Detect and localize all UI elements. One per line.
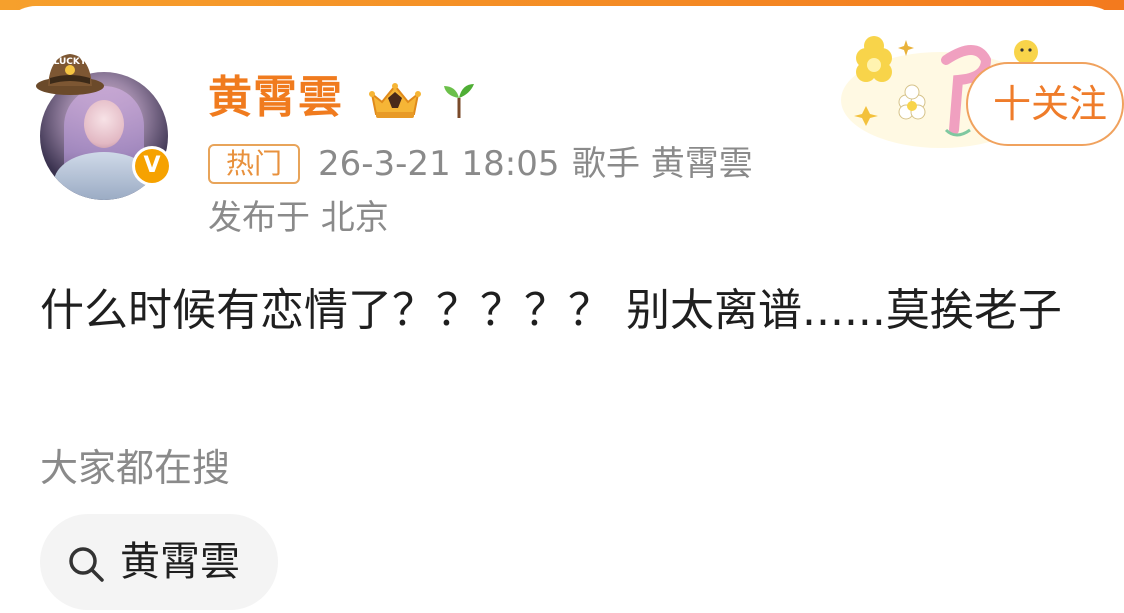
search-chip-label: 黄霄雲	[120, 539, 240, 585]
post-time: 26-3-21 18:05	[318, 144, 560, 184]
search-chip[interactable]: 黄霄雲	[40, 514, 278, 610]
smiley-icon	[1014, 40, 1038, 64]
verified-badge: V	[132, 146, 172, 186]
weibo-post-page: LUCKY V 黄霄雲 热门 26-3-21 18:05 歌手 黄霄雲 发布于 …	[0, 0, 1124, 613]
avatar-hat-text: LUCKY	[54, 57, 87, 67]
hot-tag: 热门	[208, 144, 300, 184]
search-section-heading: 大家都在搜	[40, 446, 231, 490]
lucky-hat-icon: LUCKY	[36, 54, 104, 95]
follow-button[interactable]: 十关注	[966, 62, 1124, 146]
crown-icon[interactable]	[366, 78, 424, 122]
sparkle-icon-2	[898, 40, 914, 56]
flower-icon	[856, 36, 892, 82]
avatar-face	[84, 100, 124, 148]
post-content: 什么时候有恋情了？？？？？ 别太离谱......莫挨老子	[40, 285, 1062, 336]
author-description: 歌手 黄霄雲	[572, 144, 753, 184]
sprout-icon[interactable]	[438, 78, 480, 120]
post-card: LUCKY V 黄霄雲 热门 26-3-21 18:05 歌手 黄霄雲 发布于 …	[0, 6, 1124, 613]
search-icon	[69, 547, 104, 582]
post-location: 发布于 北京	[208, 198, 389, 238]
verified-mark: V	[135, 149, 169, 183]
author-name[interactable]: 黄霄雲	[208, 70, 343, 126]
